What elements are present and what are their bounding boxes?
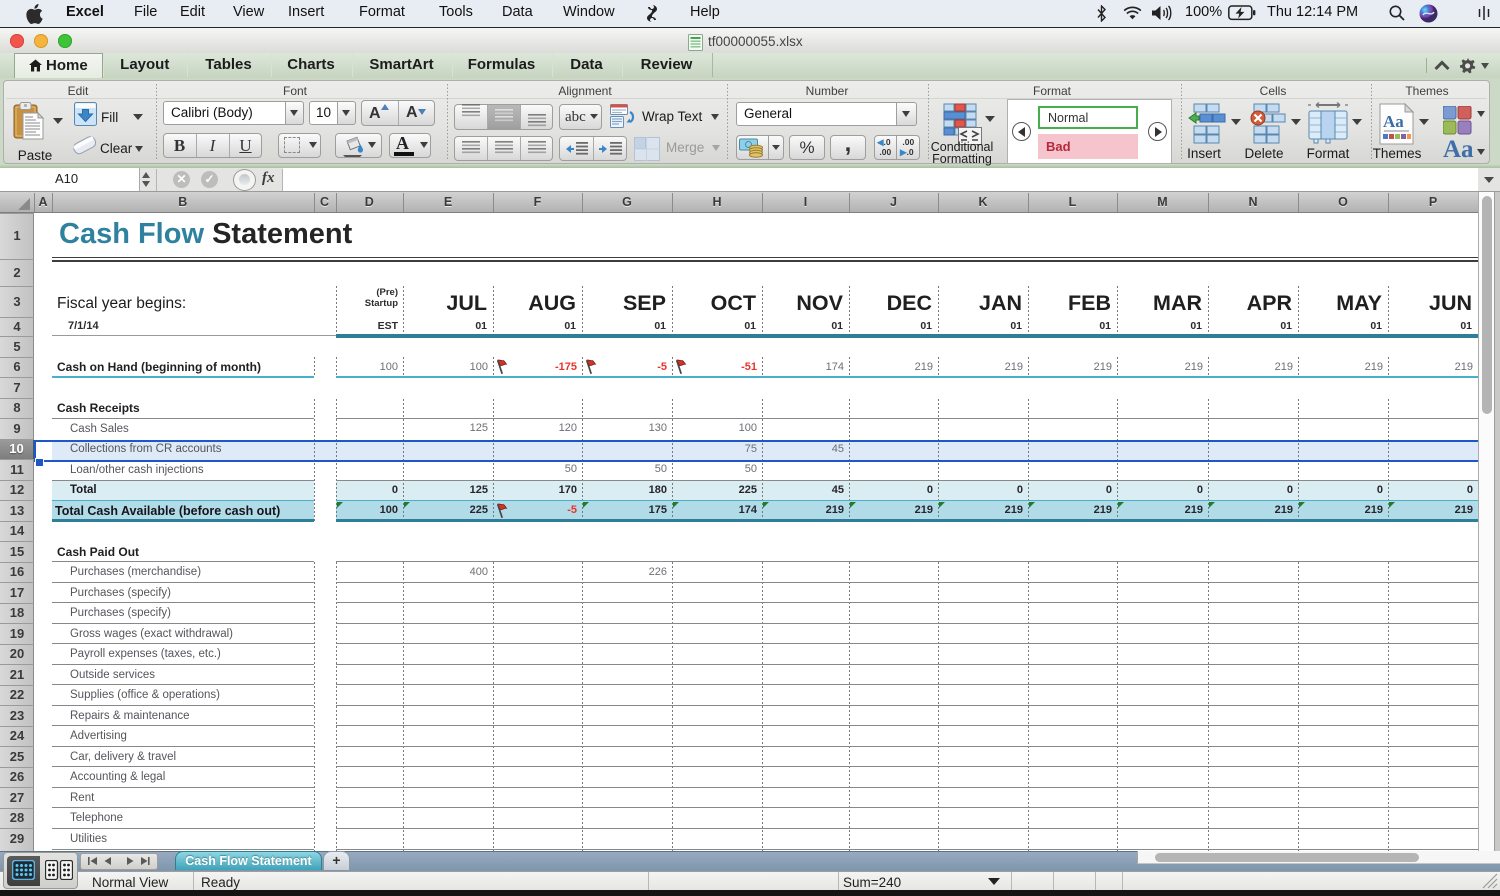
svg-text:Aa: Aa	[1383, 112, 1404, 131]
